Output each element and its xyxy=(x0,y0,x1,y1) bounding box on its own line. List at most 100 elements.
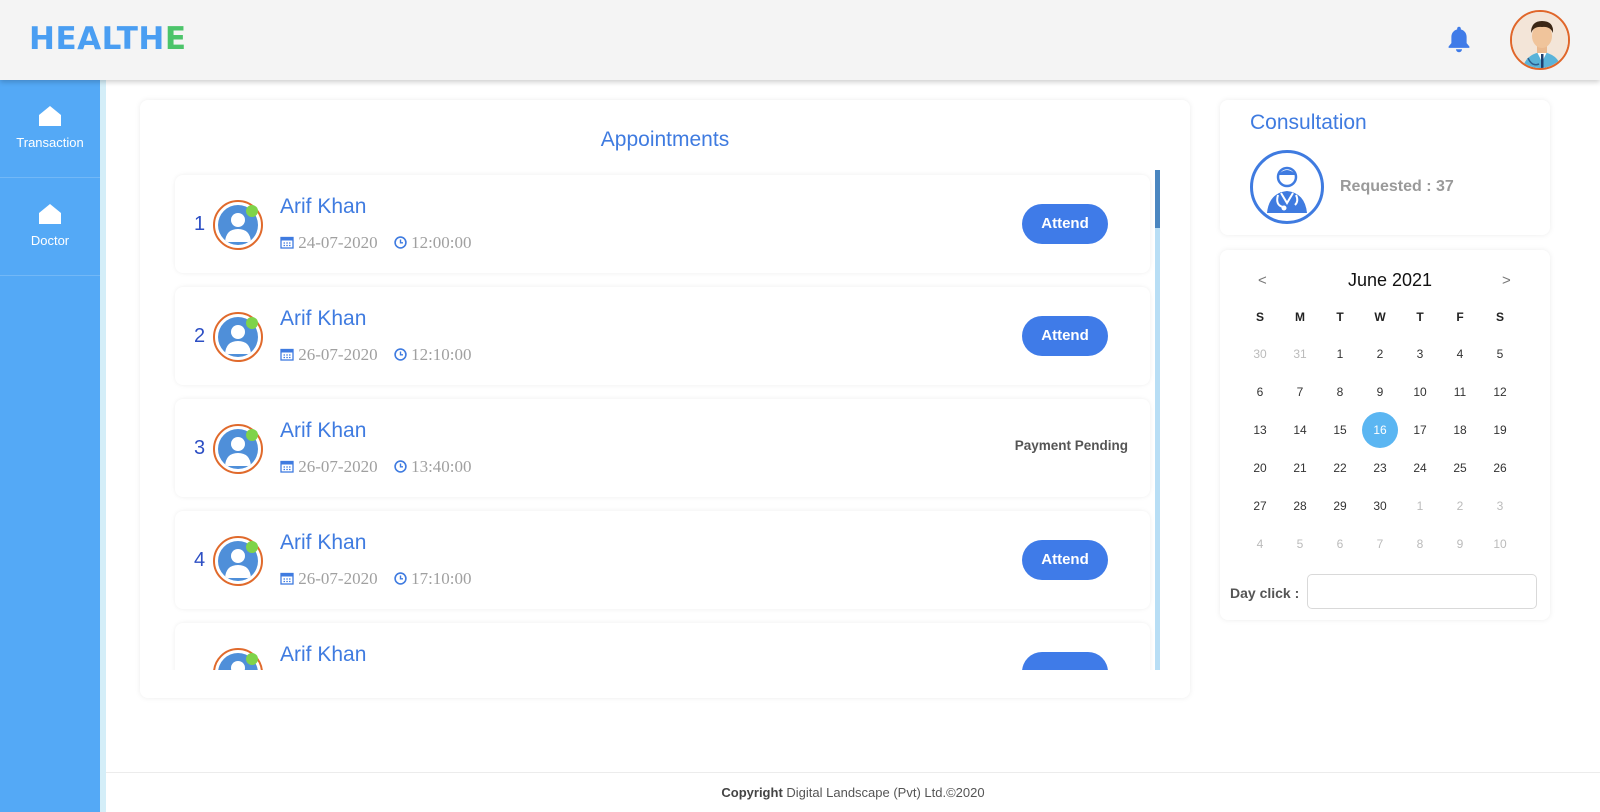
appointment-datetime: 26-07-2020 13:40:00 xyxy=(280,457,472,477)
clock-icon xyxy=(394,460,407,473)
patient-avatar xyxy=(213,648,263,670)
calendar-day[interactable]: 25 xyxy=(1442,450,1478,486)
consultation-card: Consultation Requested : 37 xyxy=(1220,100,1550,235)
home-icon xyxy=(39,204,61,224)
requested-count: Requested : 37 xyxy=(1340,178,1454,195)
calendar-day[interactable]: 8 xyxy=(1402,526,1438,562)
patient-avatar xyxy=(213,200,263,250)
calendar-day[interactable]: 16 xyxy=(1362,412,1398,448)
patient-avatar xyxy=(213,424,263,474)
weekday-label: S xyxy=(1495,310,1504,324)
sidebar: Transaction Doctor xyxy=(0,80,100,812)
calendar-day[interactable]: 5 xyxy=(1482,336,1518,372)
payment-pending-status: Payment Pending xyxy=(1014,438,1128,453)
home-icon xyxy=(39,106,61,126)
calendar-day[interactable]: 15 xyxy=(1322,412,1358,448)
calendar-day[interactable]: 4 xyxy=(1442,336,1478,372)
calendar-day[interactable]: 14 xyxy=(1282,412,1318,448)
calendar-day[interactable]: 2 xyxy=(1442,488,1478,524)
appointment-number: 1 xyxy=(194,213,206,235)
calendar-day[interactable]: 9 xyxy=(1362,374,1398,410)
calendar-day[interactable]: 18 xyxy=(1442,412,1478,448)
calendar-day[interactable]: 5 xyxy=(1282,526,1318,562)
attend-button[interactable]: Attend xyxy=(1022,204,1108,244)
calendar-day[interactable]: 30 xyxy=(1242,336,1278,372)
calendar-day[interactable]: 3 xyxy=(1482,488,1518,524)
calendar-prev-button[interactable]: < xyxy=(1258,272,1267,289)
calendar-day[interactable]: 1 xyxy=(1402,488,1438,524)
list-item: 3 Arif Khan 26-07-2020 13:40:00 Payment … xyxy=(175,399,1150,497)
calendar-day[interactable]: 12 xyxy=(1482,374,1518,410)
calendar-day[interactable]: 19 xyxy=(1482,412,1518,448)
calendar-next-button[interactable]: > xyxy=(1502,272,1511,289)
online-status-dot xyxy=(246,429,258,441)
appointments-list[interactable]: 1 Arif Khan 24-07-2020 12:00:00 Attend 2… xyxy=(170,170,1160,670)
weekday-label: T xyxy=(1416,310,1424,324)
app-logo[interactable]: HEALTHE xyxy=(29,21,187,57)
appointment-datetime: 26-07-2020 12:10:00 xyxy=(280,345,472,365)
calendar-day[interactable]: 13 xyxy=(1242,412,1278,448)
calendar-day[interactable]: 29 xyxy=(1322,488,1358,524)
appointment-datetime: 26-07-2020 17:10:00 xyxy=(280,569,472,589)
calendar-day[interactable]: 23 xyxy=(1362,450,1398,486)
calendar-day[interactable]: 4 xyxy=(1242,526,1278,562)
calendar-icon xyxy=(280,572,294,585)
sidebar-item-transaction[interactable]: Transaction xyxy=(0,80,100,178)
calendar-day[interactable]: 30 xyxy=(1362,488,1398,524)
calendar-day[interactable]: 28 xyxy=(1282,488,1318,524)
calendar-icon xyxy=(280,460,294,473)
online-status-dot xyxy=(246,317,258,329)
calendar-day[interactable]: 21 xyxy=(1282,450,1318,486)
list-item: 2 Arif Khan 26-07-2020 12:10:00 Attend xyxy=(175,287,1150,385)
online-status-dot xyxy=(246,653,258,665)
scrollbar-track[interactable] xyxy=(1155,170,1160,670)
calendar-day[interactable]: 8 xyxy=(1322,374,1358,410)
bell-icon[interactable] xyxy=(1445,25,1473,55)
top-header: HEALTHE xyxy=(0,0,1600,80)
attend-button[interactable] xyxy=(1022,652,1108,670)
footer-copyright-text: Digital Landscape (Pvt) Ltd.©2020 xyxy=(782,785,985,800)
list-item: 1 Arif Khan 24-07-2020 12:00:00 Attend xyxy=(175,175,1150,273)
appointments-title: Appointments xyxy=(600,128,730,151)
sidebar-item-doctor[interactable]: Doctor xyxy=(0,178,100,276)
patient-name: Arif Khan xyxy=(280,419,367,442)
patient-avatar xyxy=(213,536,263,586)
sidebar-item-label: Doctor xyxy=(30,233,70,248)
calendar-day[interactable]: 31 xyxy=(1282,336,1318,372)
scrollbar-thumb[interactable] xyxy=(1155,170,1160,228)
calendar-day[interactable]: 24 xyxy=(1402,450,1438,486)
sidebar-edge xyxy=(100,80,106,812)
attend-button[interactable]: Attend xyxy=(1022,316,1108,356)
calendar-day[interactable]: 10 xyxy=(1482,526,1518,562)
calendar-day[interactable]: 9 xyxy=(1442,526,1478,562)
calendar-day[interactable]: 11 xyxy=(1442,374,1478,410)
calendar-day[interactable]: 1 xyxy=(1322,336,1358,372)
calendar-icon xyxy=(280,236,294,249)
list-item: 4 Arif Khan 26-07-2020 17:10:00 Attend xyxy=(175,511,1150,609)
online-status-dot xyxy=(246,541,258,553)
appointment-number: 2 xyxy=(194,325,206,347)
attend-button[interactable]: Attend xyxy=(1022,540,1108,580)
calendar-day[interactable]: 7 xyxy=(1282,374,1318,410)
calendar-month-label: June 2021 xyxy=(1347,270,1433,290)
calendar-day[interactable]: 6 xyxy=(1322,526,1358,562)
footer: Copyright Digital Landscape (Pvt) Ltd.©2… xyxy=(106,772,1600,812)
weekday-label: S xyxy=(1255,310,1264,324)
calendar-day[interactable]: 26 xyxy=(1482,450,1518,486)
calendar-day[interactable]: 22 xyxy=(1322,450,1358,486)
day-click-input[interactable] xyxy=(1307,574,1537,609)
footer-copyright-label: Copyright xyxy=(721,785,783,800)
calendar-day[interactable]: 17 xyxy=(1402,412,1438,448)
consultation-title: Consultation xyxy=(1250,111,1367,134)
online-status-dot xyxy=(246,205,258,217)
calendar-day[interactable]: 6 xyxy=(1242,374,1278,410)
user-avatar[interactable] xyxy=(1510,10,1570,70)
calendar-day[interactable]: 10 xyxy=(1402,374,1438,410)
calendar-day[interactable]: 2 xyxy=(1362,336,1398,372)
calendar-day[interactable]: 27 xyxy=(1242,488,1278,524)
list-item: Arif Khan xyxy=(175,623,1150,670)
calendar-day[interactable]: 3 xyxy=(1402,336,1438,372)
calendar-day[interactable]: 7 xyxy=(1362,526,1398,562)
weekday-label: T xyxy=(1336,310,1344,324)
calendar-day[interactable]: 20 xyxy=(1242,450,1278,486)
